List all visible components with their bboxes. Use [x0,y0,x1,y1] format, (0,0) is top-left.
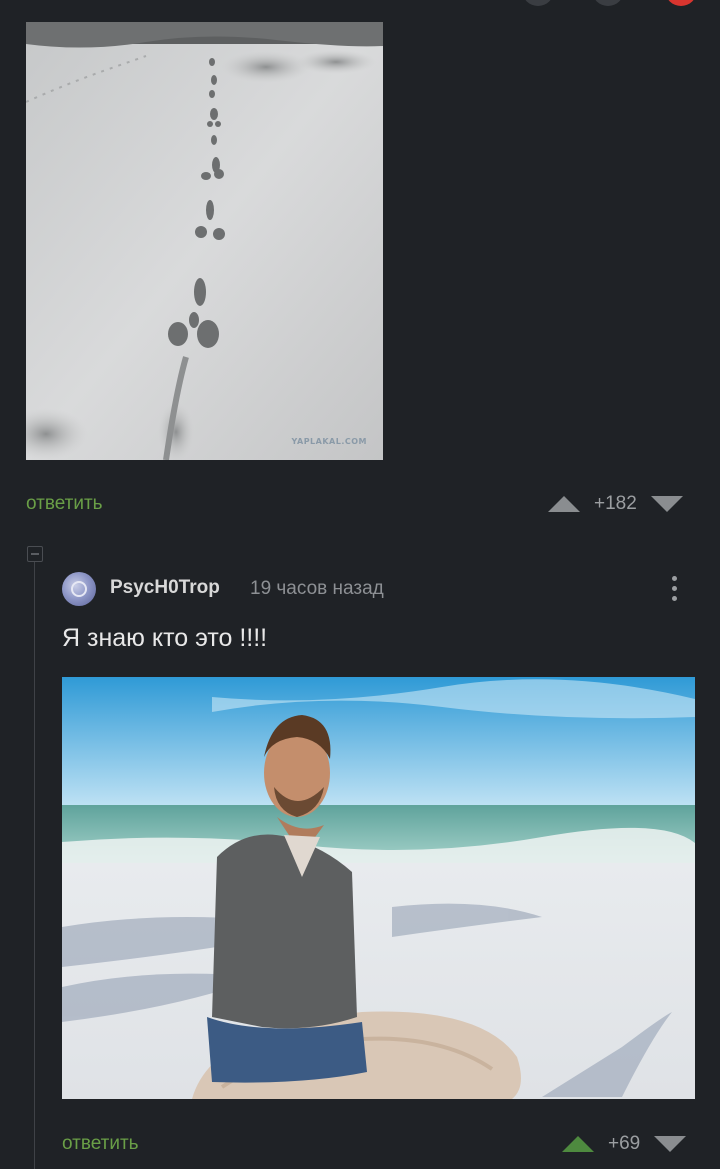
comment-score: +69 [608,1133,641,1154]
comment-vote-controls: +69 [562,1133,687,1155]
arrow-down-icon[interactable] [654,1136,687,1152]
thread-branch-line[interactable] [34,562,35,1169]
comment-author[interactable]: PsycH0Trop [110,577,220,599]
post-score: +182 [594,493,637,514]
comment-timestamp: 19 часов назад [250,578,384,599]
notification-badge[interactable] [665,0,697,6]
collapse-minus-icon[interactable] [27,546,43,562]
image-watermark: YAPLAKAL.COM [291,437,367,446]
avatar[interactable] [62,572,96,606]
arrow-down-icon[interactable] [650,496,683,512]
more-vertical-icon[interactable] [664,573,684,605]
post-image-snow-tracks[interactable]: YAPLAKAL.COM [26,22,383,460]
snow-tracks-illustration [26,22,383,460]
comment-image-beach[interactable] [62,677,695,1099]
header-button[interactable] [522,0,554,6]
header-button[interactable] [592,0,624,6]
comment-reply-link[interactable]: ответить [62,1133,139,1155]
post-vote-controls: +182 [548,493,683,515]
reply-link[interactable]: ответить [26,493,103,515]
comment-text: Я знаю кто это !!!! [62,624,268,652]
arrow-up-icon[interactable] [548,496,580,512]
beach-illustration [62,677,695,1099]
arrow-up-icon[interactable] [562,1136,594,1152]
